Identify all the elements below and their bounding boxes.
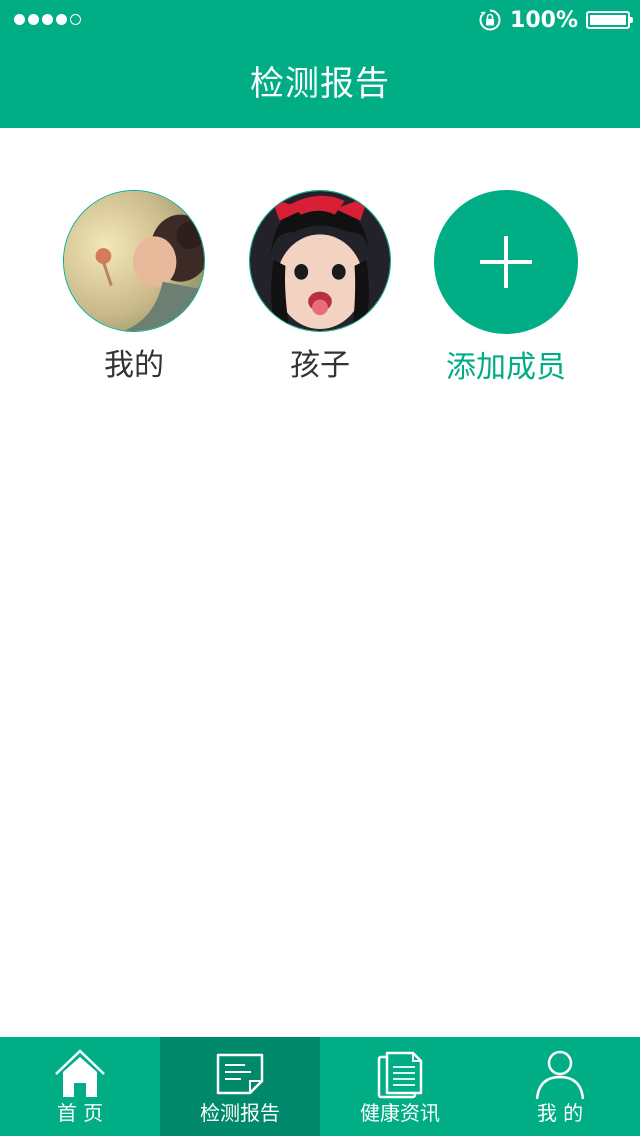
tab-label: 健康资讯 <box>360 1101 440 1125</box>
member-label: 孩子 <box>290 348 350 383</box>
top-bar: 100% 检测报告 <box>0 0 640 128</box>
avatar-child-photo <box>250 191 390 331</box>
home-icon <box>55 1049 105 1097</box>
rotation-lock-icon <box>479 9 501 31</box>
member-label: 我的 <box>104 348 164 383</box>
tab-report[interactable]: 检测报告 <box>160 1037 320 1136</box>
battery-icon <box>586 11 633 29</box>
signal-strength-icon <box>14 14 81 25</box>
page-title: 检测报告 <box>250 64 390 104</box>
add-member-label: 添加成员 <box>446 350 566 385</box>
tab-news[interactable]: 健康资讯 <box>320 1037 480 1136</box>
add-member-button[interactable]: 添加成员 <box>416 190 596 388</box>
bottom-tab-bar: 首 页 检测报告 健康资讯 我 的 <box>0 1037 640 1136</box>
status-bar: 100% <box>0 0 640 40</box>
report-icon <box>216 1053 264 1095</box>
avatar-self-photo <box>64 191 204 331</box>
member-item-self[interactable]: 我的 <box>44 190 224 386</box>
person-icon <box>535 1050 585 1100</box>
tab-label: 我 的 <box>536 1101 584 1125</box>
tab-label: 检测报告 <box>200 1101 280 1125</box>
member-item-child[interactable]: 孩子 <box>230 190 410 386</box>
tab-label: 首 页 <box>56 1101 104 1125</box>
tab-home[interactable]: 首 页 <box>0 1037 160 1136</box>
news-icon <box>377 1051 423 1099</box>
avatar[interactable] <box>63 190 205 332</box>
add-circle[interactable] <box>434 190 578 334</box>
avatar[interactable] <box>249 190 391 332</box>
tab-mine[interactable]: 我 的 <box>480 1037 640 1136</box>
member-list: 我的 孩子 添加成员 <box>0 190 640 400</box>
battery-percentage: 100% <box>510 7 578 33</box>
